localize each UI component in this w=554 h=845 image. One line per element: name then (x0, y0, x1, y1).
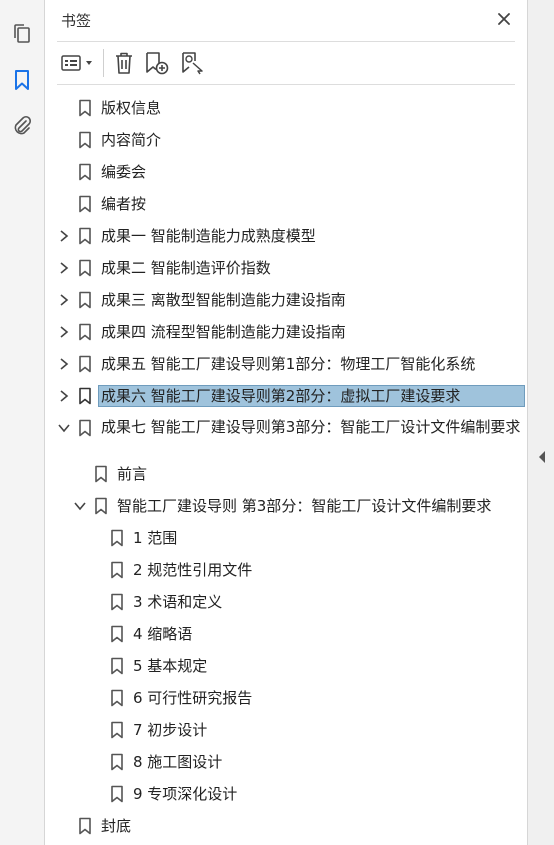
trash-icon (116, 52, 132, 74)
bookmark-label[interactable]: 成果三 离散型智能制造能力建设指南 (101, 290, 346, 310)
bookmark-label[interactable]: 成果六 智能工厂建设导则第2部分：虚拟工厂建设要求 (98, 385, 525, 407)
panel-title: 书签 (61, 12, 92, 30)
bookmark-search-icon (182, 52, 203, 75)
bookmark-label[interactable]: 6 可行性研究报告 (133, 688, 252, 708)
bookmark-label[interactable]: 7 初步设计 (133, 720, 207, 740)
bookmark-label[interactable]: 4 缩略语 (133, 624, 192, 644)
bookmark-item[interactable]: 成果六 智能工厂建设导则第2部分：虚拟工厂建设要求 (45, 380, 527, 412)
bookmark-label[interactable]: 编委会 (101, 162, 146, 182)
new-bookmark-button[interactable] (143, 50, 171, 76)
bookmark-icon (77, 323, 93, 341)
collapse-panel-icon[interactable] (537, 450, 547, 464)
bookmark-item[interactable]: 9 专项深化设计 (45, 778, 527, 810)
bookmark-icon (77, 387, 93, 405)
bookmark-label[interactable]: 内容简介 (101, 130, 161, 150)
bookmark-item[interactable]: 成果五 智能工厂建设导则第1部分：物理工厂智能化系统 (45, 348, 527, 380)
bookmark-item[interactable]: 成果一 智能制造能力成熟度模型 (45, 220, 527, 252)
add-bookmark-icon (146, 52, 169, 75)
chevron-right-icon[interactable] (57, 389, 71, 403)
bookmark-item[interactable]: 2 规范性引用文件 (45, 554, 527, 586)
bookmark-label[interactable]: 8 施工图设计 (133, 752, 222, 772)
bookmark-label[interactable]: 5 基本规定 (133, 656, 207, 676)
bookmark-icon (109, 689, 125, 707)
chevron-down-icon[interactable] (57, 421, 71, 435)
bookmark-icon (77, 355, 93, 373)
bookmark-icon (109, 529, 125, 547)
find-bookmark-button[interactable] (179, 50, 207, 76)
bookmark-icon (77, 99, 93, 117)
bookmark-icon (77, 227, 93, 245)
bookmark-icon[interactable] (10, 68, 34, 92)
bookmark-icon (77, 817, 93, 835)
close-icon[interactable] (494, 9, 514, 29)
options-menu-button[interactable] (59, 50, 97, 76)
bookmark-item[interactable]: 成果七 智能工厂建设导则第3部分：智能工厂设计文件编制要求 (45, 412, 527, 460)
bookmark-icon (109, 593, 125, 611)
bookmark-label[interactable]: 成果七 智能工厂建设导则第3部分：智能工厂设计文件编制要求 (101, 416, 521, 438)
bookmark-item[interactable]: 成果三 离散型智能制造能力建设指南 (45, 284, 527, 316)
bookmark-label[interactable]: 成果一 智能制造能力成熟度模型 (101, 226, 316, 246)
bookmark-item[interactable]: 编者按 (45, 188, 527, 220)
bookmark-icon (77, 195, 93, 213)
bookmark-icon (109, 721, 125, 739)
bookmark-icon (77, 163, 93, 181)
bookmark-label[interactable]: 成果二 智能制造评价指数 (101, 258, 271, 278)
bookmark-item[interactable]: 6 可行性研究报告 (45, 682, 527, 714)
toolbar-separator (103, 49, 104, 77)
bookmark-icon (109, 753, 125, 771)
bookmark-item[interactable]: 5 基本规定 (45, 650, 527, 682)
bookmark-icon (109, 785, 125, 803)
chevron-right-icon[interactable] (57, 229, 71, 243)
bookmark-label[interactable]: 3 术语和定义 (133, 592, 222, 612)
bookmark-icon (93, 465, 109, 483)
bookmarks-panel: 书签 版权信息内容简介编委会编者按成果一 智能制造能力成熟度模型 成果二 智能制造… (45, 0, 527, 845)
bookmark-item[interactable]: 前言 (45, 458, 527, 490)
bookmark-item[interactable]: 1 范围 (45, 522, 527, 554)
pages-icon[interactable] (10, 22, 34, 46)
bookmark-icon (77, 259, 93, 277)
divider (57, 41, 515, 42)
bookmark-icon (93, 497, 109, 515)
divider (57, 84, 515, 85)
bookmark-item[interactable]: 版权信息 (45, 92, 527, 124)
chevron-down-icon[interactable] (73, 499, 87, 513)
bookmark-label[interactable]: 成果五 智能工厂建设导则第1部分：物理工厂智能化系统 (101, 354, 475, 374)
bookmark-label[interactable]: 前言 (117, 464, 147, 484)
bookmark-icon (109, 625, 125, 643)
bookmark-label[interactable]: 9 专项深化设计 (133, 784, 237, 804)
left-tool-rail (0, 0, 45, 845)
bookmark-item[interactable]: 封底 (45, 810, 527, 842)
chevron-right-icon[interactable] (57, 325, 71, 339)
bookmark-item[interactable]: 8 施工图设计 (45, 746, 527, 778)
bookmark-icon (77, 291, 93, 309)
bookmark-icon (77, 131, 93, 149)
bookmark-label[interactable]: 1 范围 (133, 528, 177, 548)
bookmark-item[interactable]: 4 缩略语 (45, 618, 527, 650)
bookmark-icon (77, 419, 93, 437)
bookmark-item[interactable]: 内容简介 (45, 124, 527, 156)
chevron-right-icon[interactable] (57, 261, 71, 275)
bookmark-item[interactable]: 编委会 (45, 156, 527, 188)
bookmark-label[interactable]: 2 规范性引用文件 (133, 560, 252, 580)
attachment-icon[interactable] (10, 114, 34, 138)
bookmark-label[interactable]: 智能工厂建设导则 第3部分：智能工厂设计文件编制要求 (117, 496, 491, 516)
bookmark-icon (109, 561, 125, 579)
delete-bookmark-button[interactable] (111, 50, 137, 76)
bookmark-item[interactable]: 7 初步设计 (45, 714, 527, 746)
chevron-right-icon[interactable] (57, 293, 71, 307)
bookmark-item[interactable]: 智能工厂建设导则 第3部分：智能工厂设计文件编制要求 (45, 490, 527, 522)
bookmark-label[interactable]: 编者按 (101, 194, 146, 214)
bookmark-label[interactable]: 封底 (101, 816, 131, 836)
panel-edge-strip (527, 0, 554, 845)
bookmark-label[interactable]: 版权信息 (101, 98, 161, 118)
bookmark-label[interactable]: 成果四 流程型智能制造能力建设指南 (101, 322, 346, 342)
bookmark-item[interactable]: 成果四 流程型智能制造能力建设指南 (45, 316, 527, 348)
bookmark-item[interactable]: 3 术语和定义 (45, 586, 527, 618)
chevron-right-icon[interactable] (57, 357, 71, 371)
bookmark-item[interactable]: 成果二 智能制造评价指数 (45, 252, 527, 284)
bookmark-icon (109, 657, 125, 675)
